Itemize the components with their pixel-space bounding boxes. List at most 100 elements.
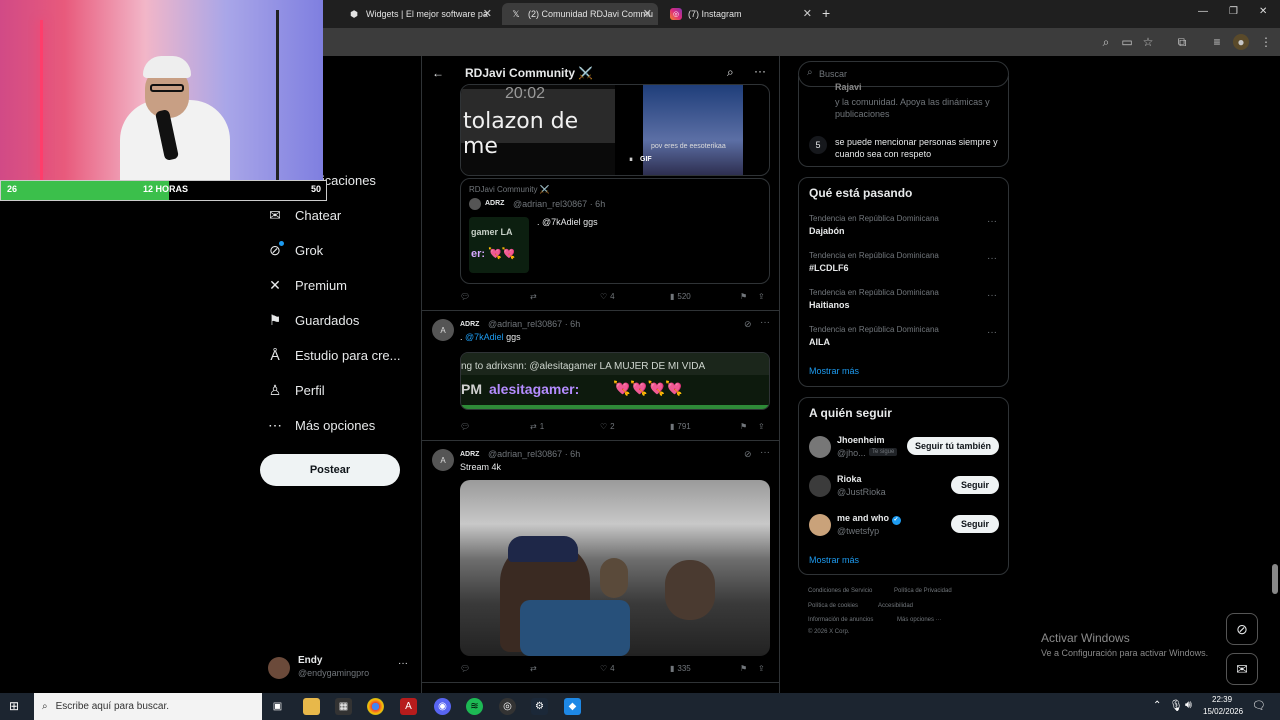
footer-link[interactable]: Política de Privacidad [894,588,952,594]
app-icon[interactable]: ◆ [564,698,581,715]
follow-avatar[interactable] [809,475,831,497]
extensions-icon[interactable]: ⧉ [1174,34,1190,50]
reply-button[interactable]: 💬︎ [460,422,470,431]
sidebar-item-bookmarks[interactable]: ⚑ Guardados [266,306,360,334]
tweet-media[interactable]: ng to adrixsnn: @alesitagamer LA MUJER D… [460,352,770,410]
repost-button[interactable]: ⇄ [530,664,537,673]
grok-explain-icon[interactable]: ⊘ [744,319,752,330]
follow-button[interactable]: Seguir [951,476,999,494]
bookmark-button[interactable]: ⚑ [740,422,747,431]
messages-float-button[interactable]: ✉ [1226,653,1258,685]
sidebar-item-chat[interactable]: ✉ Chatear [266,201,341,229]
new-tab-button[interactable]: + [822,5,830,21]
sidebar-item-studio[interactable]: Å Estudio para cre... [266,341,400,369]
volume-icon[interactable]: 🔊︎ [1185,699,1192,712]
steam-icon[interactable]: ⚙ [531,698,548,715]
tweet-handle[interactable]: @adrian_rel30867 · 6h [488,449,580,459]
sidebar-item-grok[interactable]: ⊘ Grok [266,236,323,264]
post-button[interactable]: Postear [260,454,400,486]
tab-widgets[interactable]: ⬢ Widgets | El mejor software pa ✕ [340,3,498,25]
bookmark-button[interactable]: ⚑ [740,292,747,301]
trend-more-icon[interactable]: ··· [987,290,997,301]
obs-icon[interactable]: ◎ [499,698,516,715]
more-icon[interactable]: ··· [754,64,766,78]
clock-date[interactable]: 15/02/2026 [1203,707,1243,716]
search-icon[interactable]: ⌕ [727,65,734,80]
sidebar-item-more[interactable]: ⋯ Más opciones [266,411,375,439]
bookmark-star-icon[interactable]: ☆ [1140,34,1156,50]
account-switcher[interactable]: Endy @endygamingpro ··· [268,654,413,682]
tweet-more-icon[interactable]: ··· [760,447,770,458]
scrollbar-thumb[interactable] [1272,564,1278,594]
close-tab-icon[interactable]: ✕ [643,7,652,20]
repost-button[interactable]: ⇄ 1 [530,422,544,431]
footer-link[interactable]: Política de cookies [808,603,858,609]
follow-button[interactable]: Seguir [951,515,999,533]
follow-avatar[interactable] [809,514,831,536]
close-tab-icon[interactable]: ✕ [483,7,492,20]
follow-name[interactable]: Jhoenheim [837,435,885,445]
trend-item[interactable]: Tendencia en República Dominicana #LCDLF… [799,249,1008,283]
reply-button[interactable]: 💬︎ [460,292,470,301]
menu-icon[interactable]: ⋮ [1258,34,1274,50]
tweet-handle[interactable]: @adrian_rel30867 · 6h [488,319,580,329]
trend-item[interactable]: Tendencia en República Dominicana Haitia… [799,286,1008,320]
views-button[interactable]: ▮ 335 [670,664,691,673]
trend-more-icon[interactable]: ··· [987,216,997,227]
quote-tweet[interactable]: RDJavi Community ⚔️ ADRZ @adrian_rel3086… [460,178,770,284]
file-explorer-icon[interactable] [303,698,320,715]
close-tab-icon[interactable]: ✕ [803,7,812,20]
close-window-button[interactable]: ✕ [1259,6,1267,17]
discord-icon[interactable]: ◉ [434,698,451,715]
gif-pause-icon[interactable]: ⏸ [629,155,633,165]
follow-back-button[interactable]: Seguir tú también [907,437,999,455]
trend-item[interactable]: Tendencia en República Dominicana AILA ·… [799,323,1008,357]
clock-time[interactable]: 22:39 [1212,695,1232,704]
sidebar-item-profile[interactable]: ♙ Perfil [266,376,325,404]
bookmark-button[interactable]: ⚑ [740,664,747,673]
sidebar-item-premium[interactable]: ✕ Premium [266,271,347,299]
footer-link[interactable]: Condiciones de Servicio [808,588,872,594]
tweet-more-icon[interactable]: ··· [760,317,770,328]
task-view-icon[interactable]: ▣ [269,698,286,715]
like-button[interactable]: ♡ 4 [600,664,615,673]
share-button[interactable]: ⇪ [758,664,765,673]
follow-name[interactable]: Rioka [837,474,862,484]
zoom-icon[interactable]: ⌕ [1098,34,1114,50]
like-button[interactable]: ♡ 2 [600,422,615,431]
page-scrollbar[interactable] [1272,64,1278,692]
grok-explain-icon[interactable]: ⊘ [744,449,752,460]
like-button[interactable]: ♡ 4 [600,292,615,301]
mention-link[interactable]: @7kAdiel [465,332,504,342]
views-button[interactable]: ▮ 520 [670,292,691,301]
tweet-author[interactable]: ADRZ [460,321,479,328]
back-arrow-icon[interactable]: ← [432,66,444,80]
views-button[interactable]: ▮ 791 [670,422,691,431]
taskbar-search[interactable]: ⌕ Escribe aquí para buscar. [34,693,262,720]
share-button[interactable]: ⇪ [758,292,765,301]
account-more-icon[interactable]: ··· [398,658,408,669]
cast-icon[interactable]: ▭ [1119,34,1135,50]
trend-more-icon[interactable]: ··· [987,253,997,264]
tray-chevron-icon[interactable]: ⌃ [1153,700,1161,711]
microphone-tray-icon[interactable]: 🎙︎ [1169,699,1183,712]
follow-name[interactable]: me and who ✓ [837,513,901,525]
media-icon[interactable]: ≡ [1209,34,1225,50]
reply-button[interactable]: 💬︎ [460,664,470,673]
acrobat-icon[interactable]: A [400,698,417,715]
trend-item[interactable]: Tendencia en República Dominicana Dajabó… [799,212,1008,246]
tweet-avatar[interactable]: A [432,449,454,471]
share-button[interactable]: ⇪ [758,422,765,431]
tweet-author[interactable]: ADRZ [460,451,479,458]
footer-link[interactable]: Más opciones ··· [897,617,942,623]
minimize-button[interactable]: — [1198,6,1208,17]
trends-show-more-link[interactable]: Mostrar más [809,366,859,376]
trend-more-icon[interactable]: ··· [987,327,997,338]
notifications-icon[interactable]: 🗨︎ [1252,699,1266,712]
footer-link[interactable]: Accesibilidad [878,603,913,609]
gif-media[interactable]: pov eres de eesoterikaa ⏸ GIF [629,85,743,175]
grok-float-button[interactable]: ⊘ [1226,613,1258,645]
repost-button[interactable]: ⇄ [530,292,537,301]
windows-start-icon[interactable]: ⊞ [9,699,19,713]
follow-avatar[interactable] [809,436,831,458]
